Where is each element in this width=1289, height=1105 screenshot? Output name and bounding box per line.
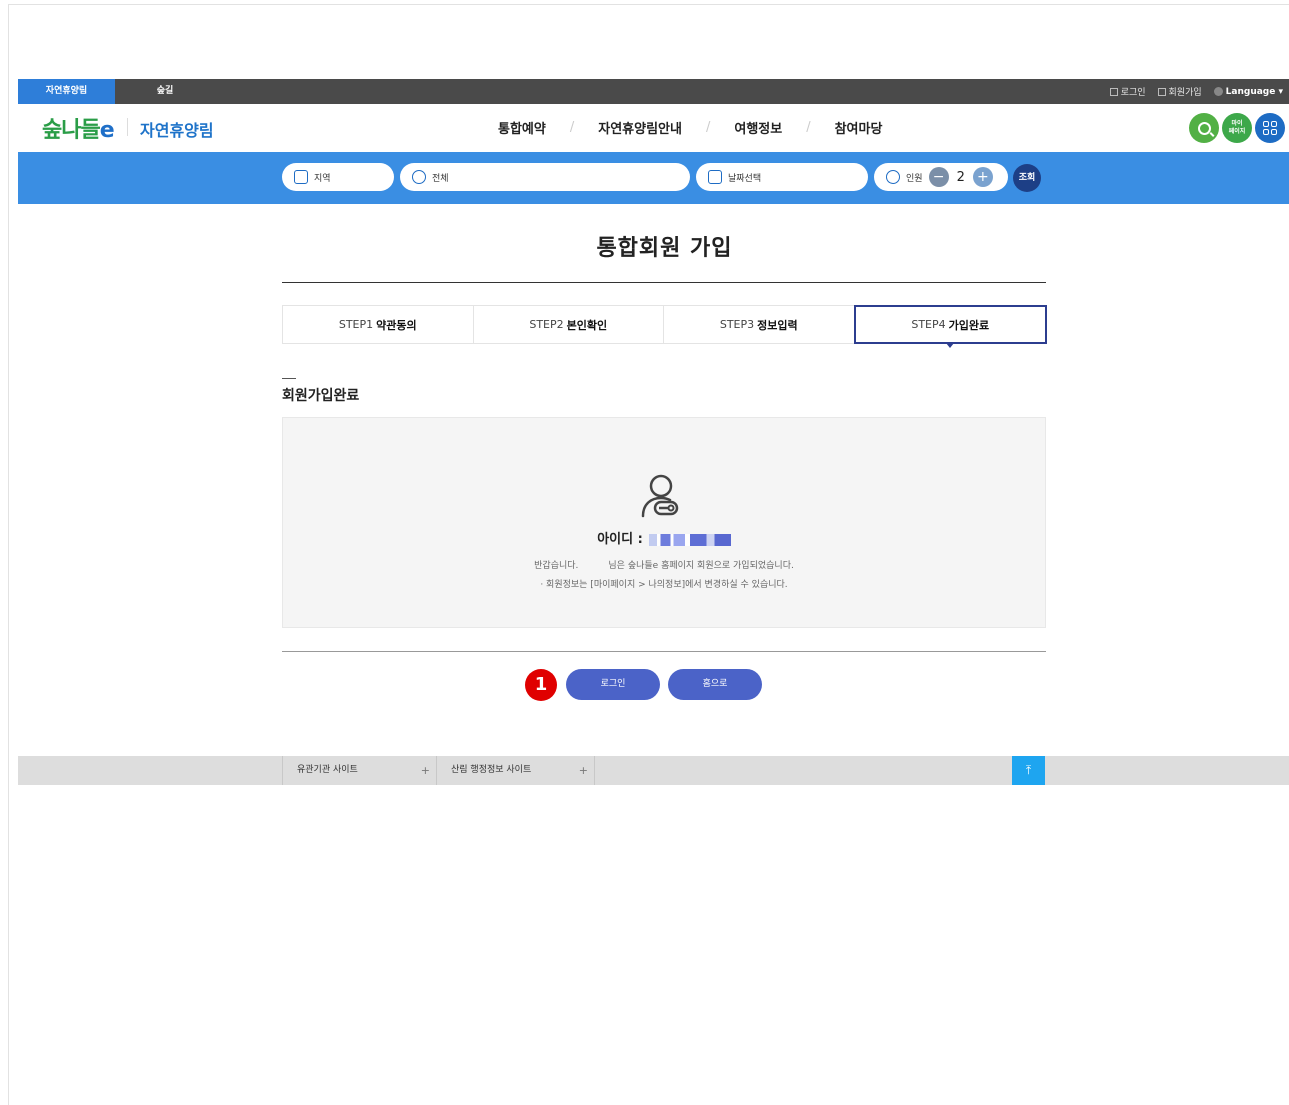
signup-icon (1157, 87, 1166, 96)
step-3: STEP3 정보입력 (663, 305, 855, 344)
step-label: 정보입력 (757, 318, 798, 332)
scroll-top-button[interactable]: ⤒ (1012, 756, 1045, 785)
people-minus-button[interactable]: − (928, 167, 949, 187)
related-sites-label: 유관기관 사이트 (297, 765, 358, 775)
people-plus-button[interactable]: + (972, 167, 993, 187)
step-4: STEP4 가입완료 (853, 305, 1047, 348)
step-label: 본인확인 (566, 318, 608, 332)
site-header: 숲나들e 자연휴양림 통합예약 / 자연휴양림안내 / 여행정보 / 참여마당 … (18, 104, 1289, 152)
step-2: STEP2 본인확인 (472, 305, 664, 344)
signup-complete-box: 아이디 : 반갑습니다. 님은 숲나들e 홈페이지 회원으로 가입되었습니다. ·… (282, 417, 1046, 628)
welcome-greeting: 반갑습니다. (534, 561, 579, 571)
step-prefix: STEP3 (719, 318, 755, 331)
site: 자연휴양림 숲길 로그인 회원가입 Language ▾ 숲나들e 자연휴양림 … (18, 79, 1289, 785)
signup-steps: STEP1 약관동의 STEP2 본인확인 STEP3 정보입력 STEP4 가입완료 (282, 305, 1047, 348)
info-notice: · 회원정보는 [마이페이지 > 나의정보]에서 변경하실 수 있습니다. (540, 580, 788, 590)
user-id-value-blurred (648, 533, 731, 546)
logo-e: e (99, 118, 115, 143)
people-stepper: 인원 − 2 + (874, 163, 1008, 191)
home-button[interactable]: 홈으로 (668, 669, 762, 700)
forest-select[interactable]: 전체 (400, 163, 690, 191)
step-prefix: STEP4 (911, 318, 946, 331)
step-prefix: STEP1 (338, 318, 374, 331)
people-count: 2 (956, 169, 965, 185)
main-nav: 통합예약 / 자연휴양림안내 / 여행정보 / 참여마당 (498, 118, 882, 137)
people-icon (886, 170, 900, 184)
site-logo[interactable]: 숲나들e (42, 112, 115, 144)
nav-item-reservation[interactable]: 통합예약 (498, 118, 546, 137)
section-dash (282, 378, 296, 379)
date-select[interactable]: 날짜선택 (696, 163, 868, 191)
user-key-icon (641, 474, 679, 518)
welcome-message: 반갑습니다. 님은 숲나들e 홈페이지 회원으로 가입되었습니다. (283, 558, 1045, 571)
reservation-search-bar: 지역 전체 날짜선택 인원 − 2 + 조회 (18, 152, 1289, 204)
search-submit-button[interactable]: 조회 (1013, 164, 1041, 192)
nav-divider: / (705, 120, 711, 135)
login-button[interactable]: 로그인 (566, 669, 660, 700)
logo-text: 숲나들 (42, 118, 101, 143)
header-buttons: 마이 페이지 (1189, 113, 1285, 143)
map-icon (294, 170, 308, 184)
mypage-label: 마이 페이지 (1228, 120, 1246, 135)
step-label: 가입완료 (948, 318, 990, 332)
globe-icon (1213, 87, 1223, 96)
all-menu-button[interactable] (1255, 113, 1285, 143)
region-select[interactable]: 지역 (282, 163, 394, 191)
related-sites-select[interactable]: 유관기관 사이트 + (282, 756, 437, 785)
main-content: 통합회원 가입 STEP1 약관동의 STEP2 본인확인 STEP3 정보입력 ST… (18, 204, 1289, 756)
login-link[interactable]: 로그인 (1109, 85, 1146, 98)
calendar-icon (708, 170, 722, 184)
step-label: 약관동의 (376, 318, 417, 332)
people-label: 인원 (906, 173, 923, 184)
forest-label: 전체 (432, 173, 449, 184)
language-label: Language ▾ (1225, 86, 1283, 97)
search-icon (1197, 121, 1211, 135)
page-title: 통합회원 가입 (596, 236, 733, 261)
logo-divider (127, 118, 128, 136)
top-utility-bar: 자연휴양림 숲길 로그인 회원가입 Language ▾ (18, 79, 1289, 104)
nav-divider: / (569, 120, 575, 135)
region-label: 지역 (314, 173, 331, 184)
nav-divider: / (806, 120, 811, 135)
signup-link-label: 회원가입 (1168, 88, 1202, 98)
grid-icon (1263, 121, 1277, 135)
language-select[interactable]: Language ▾ (1213, 86, 1283, 97)
step-1: STEP1 약관동의 (282, 305, 474, 344)
forest-admin-sites-label: 산림 행정정보 사이트 (451, 765, 532, 775)
nav-item-forest-guide[interactable]: 자연휴양림안내 (598, 118, 682, 137)
util-links: 로그인 회원가입 Language ▾ (1109, 79, 1283, 104)
login-icon (1109, 87, 1118, 96)
annotation-marker: 1 (525, 669, 557, 701)
tab-forest-recreation[interactable]: 자연휴양림 (18, 79, 115, 104)
plus-icon: + (578, 764, 588, 777)
tab-forest-trail[interactable]: 숲길 (148, 79, 182, 104)
user-id-label: 아이디 : (597, 532, 643, 547)
brand-name[interactable]: 자연휴양림 (140, 117, 214, 141)
bottom-divider (282, 651, 1046, 652)
nav-item-travel-info[interactable]: 여행정보 (734, 118, 782, 137)
nav-item-participation[interactable]: 참여마당 (835, 118, 883, 137)
plus-icon: + (420, 764, 430, 777)
location-icon (412, 170, 426, 184)
date-label: 날짜선택 (728, 173, 762, 184)
footer-bar: 유관기관 사이트 + 산림 행정정보 사이트 + ⤒ (18, 756, 1289, 785)
login-link-label: 로그인 (1120, 88, 1146, 98)
signup-link[interactable]: 회원가입 (1157, 85, 1202, 98)
section-title: 회원가입완료 (282, 388, 360, 404)
search-button[interactable] (1189, 113, 1219, 143)
title-divider (282, 282, 1046, 283)
forest-admin-sites-select[interactable]: 산림 행정정보 사이트 + (437, 756, 595, 785)
welcome-text: 님은 숲나들e 홈페이지 회원으로 가입되었습니다. (608, 561, 794, 571)
mypage-button[interactable]: 마이 페이지 (1222, 113, 1252, 143)
step-prefix: STEP2 (529, 318, 564, 331)
user-id-line: 아이디 : (283, 528, 1045, 547)
